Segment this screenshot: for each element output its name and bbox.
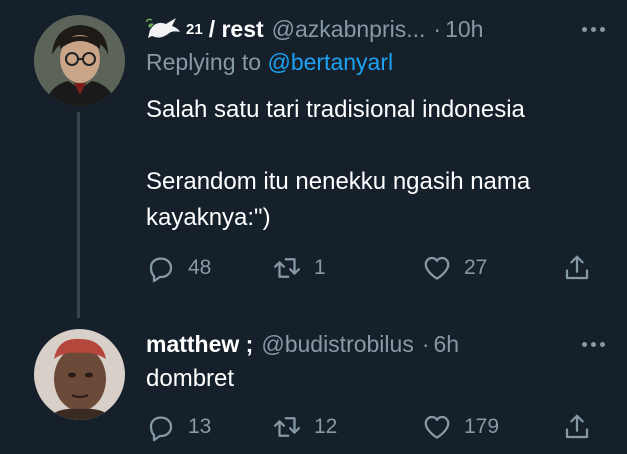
more-icon[interactable]	[582, 327, 605, 361]
badge-number: 21	[186, 20, 203, 38]
share-button[interactable]	[562, 410, 592, 444]
mention-link[interactable]: @bertanyarl	[267, 49, 393, 75]
reply-icon	[149, 416, 173, 442]
separator-dot: ·	[421, 330, 430, 357]
thread-line	[77, 112, 80, 318]
retweet-icon	[274, 258, 300, 278]
heart-icon	[424, 256, 450, 280]
retweet-count: 12	[314, 415, 338, 438]
tweet[interactable]: 21 / rest @azkabnpris... · 10h Replying …	[0, 0, 627, 318]
like-button[interactable]: 27	[422, 251, 487, 285]
separator-dot: ·	[433, 15, 442, 42]
retweet-button[interactable]: 1	[272, 251, 326, 285]
tweet-text: dombret	[146, 365, 235, 392]
tweet[interactable]: matthew ; @budistrobilus · 6h dombret 13…	[0, 318, 627, 454]
like-count: 27	[464, 256, 488, 279]
action-bar: 13 12 179	[146, 410, 601, 444]
tweet-header: matthew ; @budistrobilus · 6h	[146, 327, 607, 361]
share-button[interactable]	[562, 251, 592, 285]
like-count: 179	[464, 415, 500, 438]
timestamp[interactable]: 6h	[434, 331, 460, 358]
replying-prefix: Replying to	[146, 49, 262, 75]
dove-icon	[145, 16, 182, 42]
like-button[interactable]: 179	[422, 410, 499, 444]
tweet-text: Salah satu tari tradisional indonesia Se…	[146, 96, 531, 231]
reply-count: 48	[188, 256, 212, 279]
action-bar: 48 1 27	[146, 251, 601, 285]
reply-count: 13	[188, 415, 212, 438]
retweet-count: 1	[314, 256, 326, 279]
display-name[interactable]: matthew ;	[146, 331, 253, 358]
replying-to: Replying to @bertanyarl	[146, 49, 393, 76]
tweet-header: 21 / rest @azkabnpris... · 10h	[145, 12, 607, 46]
retweet-icon	[274, 417, 300, 437]
more-icon[interactable]	[582, 12, 605, 46]
avatar[interactable]	[34, 329, 125, 420]
reply-button[interactable]: 13	[146, 410, 211, 444]
display-name[interactable]: / rest	[209, 16, 264, 43]
reply-icon	[149, 257, 173, 283]
user-handle[interactable]: @azkabnpris...	[272, 16, 426, 43]
heart-icon	[424, 415, 450, 439]
reply-button[interactable]: 48	[146, 251, 211, 285]
retweet-button[interactable]: 12	[272, 410, 337, 444]
avatar[interactable]	[34, 15, 125, 106]
share-icon	[565, 255, 589, 280]
timestamp[interactable]: 10h	[445, 16, 483, 43]
share-icon	[565, 414, 589, 439]
user-handle[interactable]: @budistrobilus	[261, 331, 413, 358]
